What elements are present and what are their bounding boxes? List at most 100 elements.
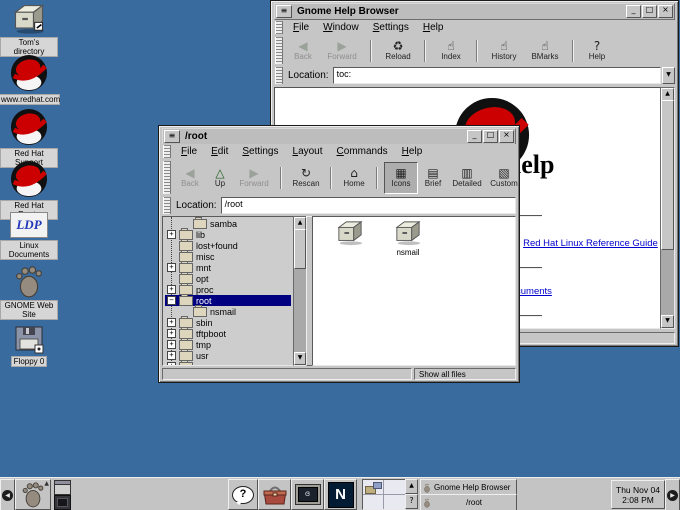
tree-item[interactable]: tmp — [196, 340, 211, 350]
documents-link[interactable]: cuments — [516, 286, 552, 297]
menu-layout[interactable]: Layout — [286, 146, 330, 157]
up-button[interactable]: △ Up — [206, 163, 234, 193]
maximize-icon[interactable]: □ — [642, 5, 657, 18]
desktop-icon-redhat-errata[interactable]: Red Hat Errata — [0, 160, 58, 220]
task-button-root[interactable]: /root — [420, 494, 517, 510]
tree-item[interactable]: sbin — [196, 318, 213, 328]
menu-settings[interactable]: Settings — [235, 146, 285, 157]
menu-file[interactable]: File — [174, 146, 204, 157]
terminal-launcher[interactable]: ɞ — [291, 479, 324, 510]
location-drag-handle[interactable] — [275, 67, 283, 84]
scroll-down-icon[interactable]: ▼ — [294, 352, 306, 365]
menu-help[interactable]: Help — [395, 146, 430, 157]
scrollbar-thumb[interactable] — [661, 100, 674, 250]
expand-plus-icon[interactable]: + — [167, 318, 176, 327]
forward-button[interactable]: ▶ Forward — [320, 36, 364, 66]
tree-item[interactable]: proc — [196, 285, 214, 295]
custom-view-button[interactable]: ▧ Custom — [486, 163, 522, 193]
history-button[interactable]: ☝ History — [484, 36, 524, 66]
expand-plus-icon[interactable]: + — [167, 329, 176, 338]
tree-item[interactable]: lib — [196, 230, 205, 240]
expand-plus-icon[interactable]: + — [167, 263, 176, 272]
maximize-icon[interactable]: □ — [483, 130, 498, 143]
forward-button[interactable]: ▶ Forward — [234, 163, 274, 193]
help-button[interactable]: ? Help — [580, 36, 614, 66]
toolbar-drag-handle[interactable] — [275, 37, 283, 64]
tree-item[interactable]: lost+found — [196, 241, 238, 251]
expand-plus-icon[interactable]: + — [167, 362, 176, 366]
tree-item[interactable]: tftpboot — [196, 329, 226, 339]
scrollbar-thumb[interactable] — [294, 229, 306, 269]
pager-window-thumb[interactable] — [373, 482, 382, 489]
window-menu-icon[interactable]: ≡ — [276, 5, 292, 18]
tree-item[interactable]: usr — [196, 351, 209, 361]
menu-settings[interactable]: Settings — [366, 22, 416, 33]
pager-up-icon[interactable]: ▲ — [405, 479, 418, 494]
netscape-launcher[interactable]: N — [324, 479, 357, 510]
location-dropdown-icon[interactable]: ▼ — [662, 67, 675, 84]
tree-scrollbar[interactable]: ▲ ▼ — [293, 216, 307, 366]
toolbar-drag-handle[interactable] — [163, 161, 171, 194]
location-input[interactable]: /root — [221, 197, 516, 214]
desk-guide-applet[interactable] — [52, 479, 72, 509]
icons-view-button[interactable]: ▦ Icons — [384, 162, 418, 194]
menu-window[interactable]: Window — [316, 22, 366, 33]
tree-item[interactable]: samba — [210, 219, 237, 229]
menu-help[interactable]: Help — [416, 22, 451, 33]
tree-item[interactable]: var — [196, 362, 209, 367]
file-manager-window[interactable]: ≡ /root _ □ × File Edit Settings Layout … — [158, 125, 520, 383]
desktop-pager-applet[interactable] — [362, 479, 406, 510]
mini-window-icon[interactable] — [54, 480, 71, 495]
help-launcher[interactable]: ? — [228, 479, 258, 510]
tree-item[interactable]: nsmail — [210, 307, 236, 317]
close-icon[interactable]: × — [499, 130, 514, 143]
expand-plus-icon[interactable]: + — [167, 230, 176, 239]
location-input[interactable]: toc: — [333, 67, 661, 84]
fm-titlebar[interactable]: ≡ /root _ □ × — [162, 128, 516, 145]
tree-item[interactable]: misc — [196, 252, 215, 262]
fm-icon-pane[interactable]: nsmail — [312, 216, 516, 366]
window-menu-icon[interactable]: ≡ — [164, 130, 180, 143]
config-tool-launcher[interactable] — [258, 479, 291, 510]
bmarks-button[interactable]: ☝ BMarks — [524, 36, 566, 66]
reload-button[interactable]: ♻ Reload — [378, 36, 418, 66]
help-window-titlebar[interactable]: ≡ Gnome Help Browser _ □ × — [274, 3, 675, 20]
minimize-icon[interactable]: _ — [626, 5, 641, 18]
fm-directory-tree[interactable]: samba + lib lost+found misc + mnt opt + pro… — [162, 216, 294, 366]
close-icon[interactable]: × — [658, 5, 673, 18]
rescan-button[interactable]: ↻ Rescan — [288, 163, 324, 193]
menu-commands[interactable]: Commands — [330, 146, 395, 157]
help-scrollbar[interactable]: ▲ ▼ — [660, 87, 675, 329]
gnome-main-menu-button[interactable]: ▲ — [15, 479, 51, 510]
desktop-icon-toms-directory[interactable]: Tom's directory — [0, 3, 58, 57]
menubar-drag-handle[interactable] — [163, 145, 171, 158]
tree-item[interactable]: mnt — [196, 263, 211, 273]
panel-hide-right-button[interactable]: ▶ — [665, 479, 680, 510]
expand-plus-icon[interactable]: + — [167, 340, 176, 349]
menu-file[interactable]: File — [286, 22, 316, 33]
desktop-icon-linux-documents[interactable]: LDP Linux Documents — [0, 212, 58, 260]
location-drag-handle[interactable] — [163, 197, 171, 214]
desktop-icon-floppy-0[interactable]: Floppy 0 — [0, 324, 58, 367]
mini-monitor-icon[interactable] — [54, 495, 71, 510]
back-button[interactable]: ◀ Back — [174, 163, 206, 193]
expand-minus-icon[interactable]: − — [167, 296, 176, 305]
cabinet-icon[interactable] — [393, 220, 423, 246]
expand-plus-icon[interactable]: + — [167, 285, 176, 294]
cabinet-icon[interactable] — [335, 220, 365, 246]
expand-plus-icon[interactable]: + — [167, 351, 176, 360]
desktop-icon-redhat-com[interactable]: www.redhat.com — [0, 54, 58, 105]
desktop-icon-gnome-web-site[interactable]: GNOME Web Site — [0, 266, 58, 320]
scroll-down-icon[interactable]: ▼ — [661, 315, 674, 328]
home-button[interactable]: ⌂ Home — [338, 163, 370, 193]
menu-edit[interactable]: Edit — [204, 146, 235, 157]
tree-item[interactable]: opt — [196, 274, 209, 284]
brief-view-button[interactable]: ▤ Brief — [418, 163, 448, 193]
reference-guide-link[interactable]: Red Hat Linux Reference Guide — [523, 238, 658, 249]
back-button[interactable]: ◀ Back — [286, 36, 320, 66]
minimize-icon[interactable]: _ — [467, 130, 482, 143]
desktop-icon-redhat-support[interactable]: Red Hat Support — [0, 108, 58, 168]
index-button[interactable]: ☝ Index — [432, 36, 470, 66]
clock-applet[interactable]: Thu Nov 04 2:08 PM — [611, 480, 665, 509]
panel-hide-left-button[interactable]: ◀ — [0, 479, 15, 510]
